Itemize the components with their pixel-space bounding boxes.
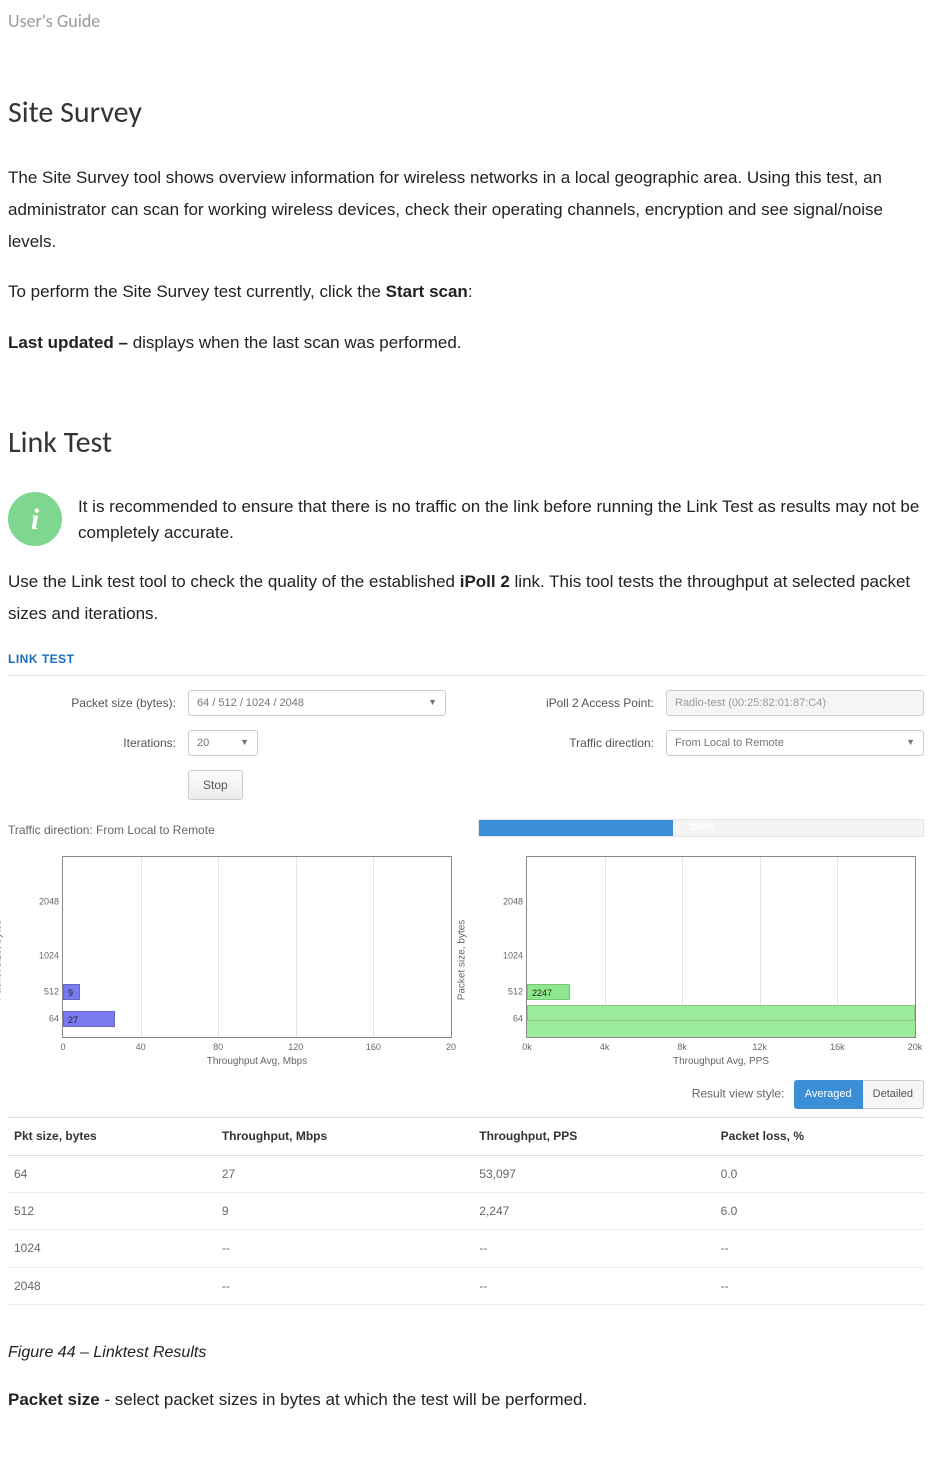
ytick: 512 — [44, 985, 63, 1000]
form-area: Packet size (bytes): 64 / 512 / 1024 / 2… — [8, 690, 924, 814]
chart-frame: 64 512 1024 2048 0 40 80 120 160 20 27 9 — [62, 856, 452, 1038]
text: : — [468, 282, 473, 301]
ytick: 512 — [508, 985, 527, 1000]
col-pps: Throughput, PPS — [473, 1118, 714, 1155]
figure-caption: Figure 44 – Linktest Results — [8, 1339, 924, 1366]
ytick: 64 — [49, 1012, 63, 1027]
bar-label: 27 — [68, 1012, 78, 1028]
chevron-down-icon: ▼ — [906, 735, 915, 750]
ap-field — [666, 690, 924, 716]
info-note: i It is recommended to ensure that there… — [8, 492, 924, 546]
site-survey-para2: To perform the Site Survey test currentl… — [8, 276, 924, 308]
direction-label: Traffic direction: — [486, 733, 666, 753]
panel-title: LINK TEST — [8, 649, 924, 676]
cell: -- — [473, 1230, 714, 1267]
cell: -- — [216, 1230, 473, 1267]
link-test-heading: Link Test — [8, 417, 924, 468]
link-test-para: Use the Link test tool to check the qual… — [8, 566, 924, 631]
chart-xlabel: Throughput Avg, Mbps — [62, 1053, 452, 1070]
stop-button[interactable]: Stop — [188, 770, 243, 800]
col-loss: Packet loss, % — [715, 1118, 924, 1155]
text: displays when the last scan was performe… — [133, 333, 462, 352]
chart-xlabel: Throughput Avg, PPS — [526, 1053, 916, 1070]
ytick: 2048 — [503, 895, 527, 910]
cell: -- — [715, 1230, 924, 1267]
progress-label: 35/80 — [479, 820, 923, 836]
cell: 0.0 — [715, 1155, 924, 1192]
col-pktsize: Pkt size, bytes — [8, 1118, 216, 1155]
chevron-down-icon: ▼ — [428, 695, 437, 710]
direction-value: From Local to Remote — [675, 734, 784, 753]
result-style-label: Result view style: — [692, 1087, 785, 1101]
text: - select packet sizes in bytes at which … — [100, 1390, 588, 1409]
packet-size-bold: Packet size — [8, 1390, 100, 1409]
info-icon: i — [8, 492, 62, 546]
ipoll2-bold: iPoll 2 — [460, 572, 510, 591]
ytick: 64 — [513, 1012, 527, 1027]
cell: 2,247 — [473, 1192, 714, 1229]
direction-select[interactable]: From Local to Remote ▼ — [666, 730, 924, 756]
charts-row: Packet size, bytes 64 512 1024 2048 0 40… — [8, 850, 924, 1070]
iterations-value: 20 — [197, 734, 209, 753]
ytick: 1024 — [503, 949, 527, 964]
toggle-averaged[interactable]: Averaged — [794, 1080, 863, 1109]
packet-size-value: 64 / 512 / 1024 / 2048 — [197, 694, 304, 713]
last-updated-bold: Last updated – — [8, 333, 133, 352]
packet-size-label: Packet size (bytes): — [8, 693, 188, 713]
table-row: 2048 -- -- -- — [8, 1267, 924, 1304]
col-mbps: Throughput, Mbps — [216, 1118, 473, 1155]
chevron-down-icon: ▼ — [240, 735, 249, 750]
site-survey-para1: The Site Survey tool shows overview info… — [8, 162, 924, 259]
packet-size-select[interactable]: 64 / 512 / 1024 / 2048 ▼ — [188, 690, 446, 716]
chart-pps: Packet size, bytes 64 512 1024 2048 0k 4… — [472, 850, 924, 1070]
last-updated-line: Last updated – displays when the last sc… — [8, 327, 924, 359]
progress-bar: 35/80 — [478, 819, 924, 837]
packet-size-desc: Packet size - select packet sizes in byt… — [8, 1384, 924, 1416]
iterations-label: Iterations: — [8, 733, 188, 753]
page-header: User's Guide — [8, 6, 924, 37]
chart-mbps: Packet size, bytes 64 512 1024 2048 0 40… — [8, 850, 460, 1070]
bar-512: 2247 — [527, 984, 570, 1000]
traffic-direction-text: Traffic direction: From Local to Remote — [8, 820, 215, 840]
bar-label: 2247 — [532, 985, 552, 1001]
bar-64: 27 — [63, 1011, 115, 1027]
cell: 512 — [8, 1192, 216, 1229]
cell: 27 — [216, 1155, 473, 1192]
cell: 64 — [8, 1155, 216, 1192]
ytick: 1024 — [39, 949, 63, 964]
link-test-panel: LINK TEST Packet size (bytes): 64 / 512 … — [8, 649, 924, 1305]
chart-ylabel: Packet size, bytes — [0, 920, 7, 1001]
ytick: 2048 — [39, 895, 63, 910]
text: To perform the Site Survey test currentl… — [8, 282, 386, 301]
table-row: 1024 -- -- -- — [8, 1230, 924, 1267]
table-row: 512 9 2,247 6.0 — [8, 1192, 924, 1229]
start-scan-bold: Start scan — [386, 282, 468, 301]
site-survey-heading: Site Survey — [8, 87, 924, 138]
table-row: 64 27 53,097 0.0 — [8, 1155, 924, 1192]
bar-bg — [527, 1021, 915, 1037]
cell: 1024 — [8, 1230, 216, 1267]
cell: 6.0 — [715, 1192, 924, 1229]
toggle-detailed[interactable]: Detailed — [863, 1080, 924, 1109]
results-table: Pkt size, bytes Throughput, Mbps Through… — [8, 1117, 924, 1305]
iterations-select[interactable]: 20 ▼ — [188, 730, 258, 756]
bar-512: 9 — [63, 984, 80, 1000]
bar-label: 9 — [68, 985, 73, 1001]
result-view-style: Result view style: Averaged Detailed — [8, 1080, 924, 1109]
text: Use the Link test tool to check the qual… — [8, 572, 460, 591]
info-note-text: It is recommended to ensure that there i… — [78, 492, 924, 545]
cell: 53,097 — [473, 1155, 714, 1192]
cell: 9 — [216, 1192, 473, 1229]
cell: -- — [715, 1267, 924, 1304]
cell: -- — [216, 1267, 473, 1304]
bar-bg-64 — [527, 1005, 915, 1021]
chart-frame: 64 512 1024 2048 0k 4k 8k 12k 16k 20k 22… — [526, 856, 916, 1038]
cell: -- — [473, 1267, 714, 1304]
chart-ylabel: Packet size, bytes — [454, 920, 471, 1001]
ap-label: iPoll 2 Access Point: — [486, 693, 666, 713]
cell: 2048 — [8, 1267, 216, 1304]
